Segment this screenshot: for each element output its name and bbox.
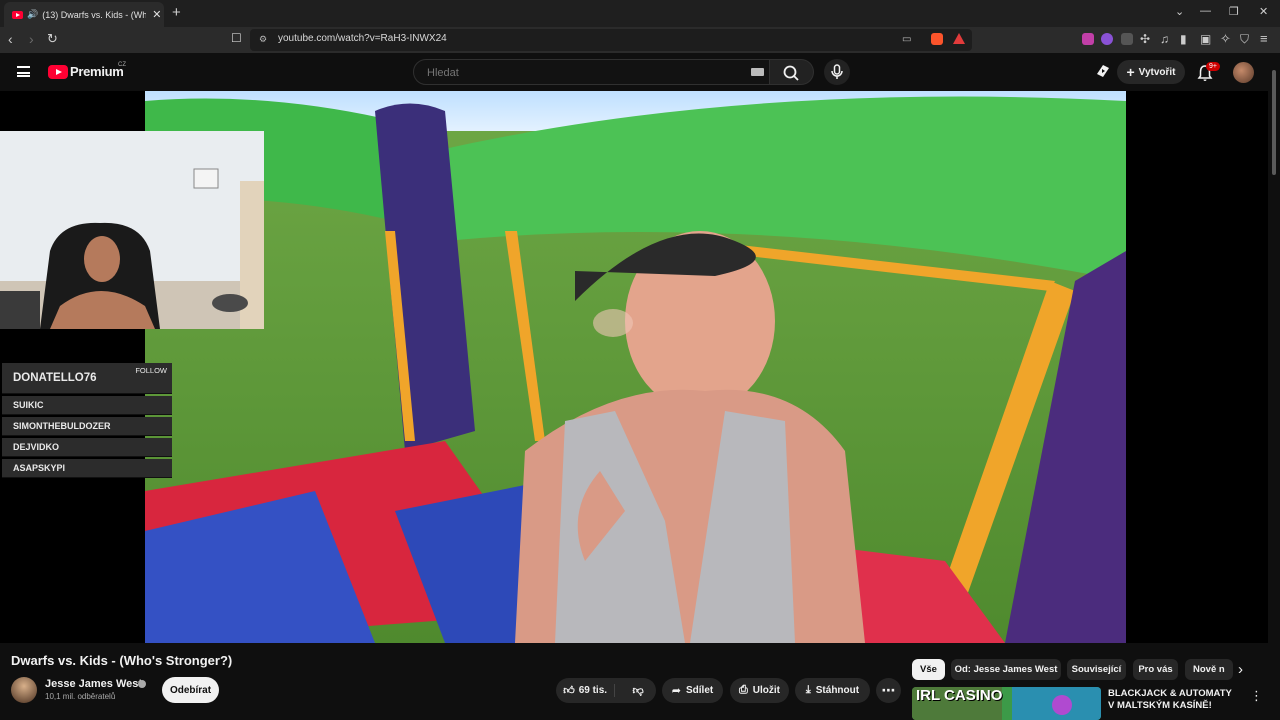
chevron-right-icon[interactable]: › [1238, 661, 1243, 678]
region-code: CZ [118, 62, 126, 68]
create-button[interactable]: + Vytvořit [1117, 60, 1185, 84]
follower-item: DEJVIDKO [2, 438, 172, 457]
share-icon: ➦ [671, 685, 681, 697]
recommended-video-title[interactable]: BLACKJACK & AUTOMATY V MALTSKÝM KASÍNĚ! [1108, 688, 1238, 712]
download-icon: ⤓ [805, 684, 811, 696]
wallet-icon[interactable]: ▣ [1200, 32, 1211, 46]
like-button[interactable]: 👍︎ 69 tis. [556, 684, 616, 697]
microphone-icon [831, 64, 843, 79]
new-tab-button[interactable]: + [172, 4, 181, 21]
browser-menu-icon[interactable]: ≡ [1260, 31, 1268, 46]
thumbs-down-icon: 👎︎ [632, 685, 644, 697]
tab-title: (13) Dwarfs vs. Kids - (Who's Stronger?) [42, 9, 147, 20]
dislike-button[interactable]: 👎︎ [620, 684, 656, 697]
verified-check-icon [138, 680, 146, 688]
video-title: Dwarfs vs. Kids - (Who's Stronger?) [11, 653, 233, 668]
puzzle-icon[interactable]: ✣ [1140, 32, 1150, 46]
save-label: Uložit [752, 685, 781, 696]
rewards-icon[interactable] [953, 33, 965, 44]
search-icon [783, 65, 799, 81]
leo-ai-icon[interactable]: ✧ [1220, 31, 1231, 47]
keyboard-icon[interactable] [751, 68, 764, 76]
minimize-button[interactable]: — [1200, 5, 1211, 17]
recommended-video-thumbnail[interactable]: IRL CASINO [912, 687, 1101, 720]
vpn-icon[interactable]: ⛉ [1240, 32, 1249, 47]
like-dislike-group: 👍︎ 69 tis. 👎︎ [556, 678, 656, 703]
follower-name: SIMONTHEBULDOZER [13, 421, 111, 431]
download-label: Stáhnout [815, 685, 860, 696]
maximize-button[interactable]: ❐ [1229, 5, 1239, 18]
chip-related[interactable]: Související [1067, 659, 1126, 680]
close-tab-icon[interactable]: ✕ [152, 8, 161, 21]
browser-tab[interactable]: 🔊 (13) Dwarfs vs. Kids - (Who's Stronger… [4, 2, 164, 27]
video-scene-image [145, 91, 1126, 643]
extension-icon[interactable] [1121, 33, 1133, 45]
youtube-logo-icon[interactable] [48, 65, 68, 79]
hamburger-menu-icon[interactable] [17, 66, 30, 77]
follower-item: DONATELLO76 FOLLOW [2, 363, 172, 394]
follower-item: ASAPSKYPI [2, 459, 172, 478]
music-icon[interactable]: ♫ [1160, 32, 1169, 46]
cast-icon[interactable]: ▭ [902, 34, 911, 45]
url-text[interactable]: youtube.com/watch?v=RaH3-INWX24 [278, 33, 447, 44]
create-label: Vytvořit [1138, 66, 1176, 78]
forward-icon[interactable]: › [29, 31, 34, 47]
share-button[interactable]: ➦ Sdílet [662, 678, 723, 703]
shorts-icon[interactable] [1096, 64, 1110, 78]
search-input[interactable] [425, 66, 571, 80]
bookmark-icon[interactable]: ☐ [231, 31, 242, 45]
premium-wordmark[interactable]: Premium [70, 64, 124, 79]
sidebar-icon[interactable]: ▮ [1180, 32, 1187, 46]
chip-new[interactable]: Nově n [1185, 659, 1233, 680]
tab-search-icon[interactable]: ⌄ [1175, 5, 1184, 18]
notification-badge: 9+ [1206, 62, 1220, 71]
follower-name: DONATELLO76 [13, 372, 97, 384]
follower-item: SIMONTHEBULDOZER [2, 417, 172, 436]
thumbnail-caption: IRL CASINO [916, 687, 1003, 704]
video-frame[interactable] [145, 91, 1126, 643]
close-window-button[interactable]: ✕ [1259, 5, 1268, 18]
follower-name: ASAPSKYPI [13, 463, 66, 473]
share-label: Sdílet [685, 685, 714, 696]
save-button[interactable]: ⎙ Uložit [730, 678, 789, 703]
youtube-favicon-icon [12, 10, 23, 19]
more-actions-icon[interactable]: ⋯ [876, 678, 901, 703]
recent-followers-list: DONATELLO76 FOLLOW SUIKIC SIMONTHEBULDOZ… [2, 363, 172, 478]
back-icon[interactable]: ‹ [8, 31, 13, 47]
search-button[interactable] [770, 59, 814, 85]
brave-shield-icon[interactable] [931, 33, 943, 45]
chip-all[interactable]: Vše [912, 659, 945, 680]
follower-item: SUIKIC [2, 396, 172, 415]
follower-name: SUIKIC [13, 400, 44, 410]
scrollbar-thumb[interactable] [1272, 70, 1276, 175]
extension-icon[interactable] [1101, 33, 1113, 45]
reload-icon[interactable]: ↻ [47, 31, 58, 47]
account-avatar[interactable] [1233, 62, 1254, 83]
like-count: 69 tis. [578, 685, 608, 696]
follower-name: DEJVIDKO [13, 442, 60, 452]
speaker-icon[interactable]: 🔊 [27, 9, 38, 20]
channel-avatar[interactable] [11, 677, 37, 703]
chip-for-you[interactable]: Pro vás [1133, 659, 1178, 680]
streamer-webcam-image [0, 131, 264, 329]
thumbs-up-icon: 👍︎ [563, 685, 575, 697]
channel-name[interactable]: Jesse James West [45, 678, 142, 690]
save-icon: ⎙ [738, 684, 748, 696]
subscriber-count: 10,1 mil. odběratelů [45, 692, 116, 701]
site-info-icon[interactable]: ⚙ [259, 34, 267, 45]
chip-from-channel[interactable]: Od: Jesse James West [951, 659, 1061, 680]
download-button[interactable]: ⤓ Stáhnout [795, 678, 870, 703]
more-options-icon[interactable]: ⋮ [1250, 688, 1263, 704]
webcam-overlay [0, 131, 264, 329]
extension-icon[interactable] [1082, 33, 1094, 45]
plus-icon: + [1126, 64, 1135, 80]
follow-label: FOLLOW [135, 366, 167, 375]
subscribe-button[interactable]: Odebírat [162, 677, 219, 703]
browser-tab-strip [0, 0, 1280, 27]
voice-search-button[interactable] [824, 59, 850, 85]
